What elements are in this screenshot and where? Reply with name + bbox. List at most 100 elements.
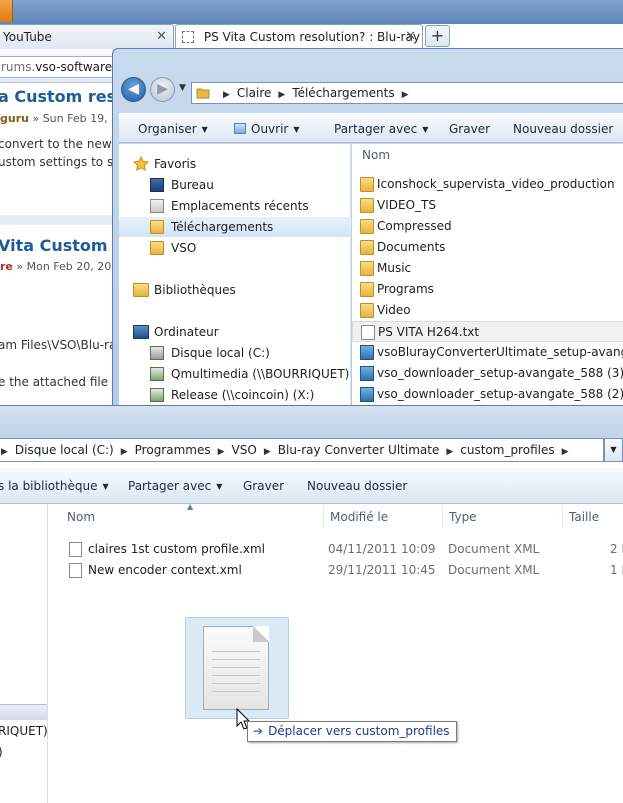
list-item[interactable]: Iconshock_supervista_video_production [352, 174, 623, 195]
post-meta: re » Mon Feb 20, 20 [0, 260, 111, 273]
list-item[interactable]: Music [352, 258, 623, 279]
nav-vso[interactable]: VSO [119, 238, 351, 258]
chevron-right-icon[interactable]: ▶ [223, 90, 230, 100]
list-item-label: Iconshock_supervista_video_production [377, 177, 615, 191]
post-title[interactable]: a Custom reso [0, 87, 127, 106]
chevron-right-icon[interactable]: ▶ [562, 447, 569, 457]
close-icon[interactable]: ✕ [156, 25, 167, 49]
file-size: 1 K [610, 563, 623, 577]
list-item-label: VIDEO_TS [377, 198, 436, 212]
explorer-window-custom-profiles: ▶ Disque local (C:) ▶ Programmes ▶ VSO ▶ Blu-ra… [0, 405, 623, 803]
network-drive-icon [150, 367, 164, 381]
include-in-library-button[interactable]: s la bibliothèque ▼ [0, 479, 109, 493]
breadcrumb-item[interactable]: Téléchargements [292, 86, 394, 100]
folder-icon [360, 219, 374, 234]
chevron-right-icon[interactable]: ▶ [1, 447, 8, 457]
chevron-down-icon[interactable]: ▼ [179, 83, 186, 93]
nav-desktop[interactable]: Bureau [119, 175, 351, 195]
web-page-content: a Custom reso guru » Sun Feb 19, convert… [0, 83, 141, 410]
open-button[interactable]: Ouvrir ▼ [234, 122, 300, 136]
nav-item-fragment[interactable]: ) [0, 745, 3, 759]
list-item[interactable]: vso_downloader_setup-avangate_588 (2).ex… [352, 384, 623, 405]
column-header-type[interactable]: Type [442, 506, 562, 528]
list-item[interactable]: Documents [352, 237, 623, 258]
nav-local-disk[interactable]: Disque local (C:) [119, 343, 351, 363]
share-button[interactable]: Partager avec ▼ [128, 479, 222, 493]
list-item-selected[interactable]: PS VITA H264.txt [352, 321, 623, 342]
new-folder-button[interactable]: Nouveau dossier [513, 122, 613, 136]
nav-recent[interactable]: Emplacements récents [119, 196, 351, 216]
list-item[interactable]: VIDEO_TS [352, 195, 623, 216]
command-bar: Organiser ▼ Ouvrir ▼ Partager avec ▼ Graver… [119, 113, 623, 143]
browser-title-bar [0, 0, 623, 24]
share-label: Partager avec [334, 122, 418, 136]
column-header-modified[interactable]: Modifié le [323, 506, 442, 528]
table-row[interactable]: claires 1st custom profile.xml 04/11/201… [64, 539, 623, 560]
address-bar[interactable]: ▶ Disque local (C:) ▶ Programmes ▶ VSO ▶ Blu-ra… [0, 438, 604, 462]
post-text-line: e the attached file [0, 375, 109, 389]
breadcrumb-item[interactable]: VSO [232, 443, 257, 457]
installer-icon [360, 345, 374, 360]
list-item[interactable]: Programs [352, 279, 623, 300]
nav-downloads[interactable]: Téléchargements [119, 217, 351, 237]
downloads-folder-icon [150, 220, 164, 234]
nav-pane-scroll-region[interactable] [0, 704, 47, 720]
share-button[interactable]: Partager avec ▼ [334, 122, 428, 136]
list-item[interactable]: vsoBlurayConverterUltimate_setup-avangat… [352, 342, 623, 363]
breadcrumb-item[interactable]: Blu-ray Converter Ultimate [278, 443, 440, 457]
close-icon[interactable]: ✕ [405, 25, 416, 49]
tab-ps-vita-label: PS Vita Custom resolution? : Blu-ray ... [203, 30, 423, 44]
list-item-label: PS VITA H264.txt [378, 325, 480, 339]
forward-button[interactable]: ▶ [150, 77, 175, 102]
computer-icon [133, 325, 149, 339]
chevron-right-icon[interactable]: ▶ [218, 447, 225, 457]
list-item-label: vso_downloader_setup-avangate_588 (3).ex… [377, 366, 623, 380]
list-item[interactable]: Video [352, 300, 623, 321]
list-item[interactable]: Compressed [352, 216, 623, 237]
nav-release[interactable]: Release (\\coincoin) (X:) [119, 385, 351, 405]
organize-label: Organiser [138, 122, 197, 136]
address-bar[interactable]: ▶ Claire ▶ Téléchargements ▶ [191, 82, 623, 104]
tab-ps-vita[interactable]: PS Vita Custom resolution? : Blu-ray ...… [175, 24, 423, 49]
list-item-label: Documents [377, 240, 446, 254]
nav-computer[interactable]: Ordinateur [119, 322, 351, 342]
chevron-right-icon[interactable]: ▶ [264, 447, 271, 457]
nav-item-fragment[interactable]: RIQUET) ( [0, 724, 47, 738]
chevron-right-icon[interactable]: ▶ [402, 90, 409, 100]
chevron-right-icon[interactable]: ▶ [121, 447, 128, 457]
chevron-right-icon[interactable]: ▶ [446, 447, 453, 457]
nav-qmultimedia[interactable]: Qmultimedia (\\BOURRIQUET) ( [119, 364, 358, 384]
burn-button[interactable]: Graver [449, 122, 490, 136]
post-author[interactable]: re [0, 260, 13, 273]
post-author[interactable]: guru [0, 112, 29, 125]
breadcrumb-item[interactable]: Disque local (C:) [15, 443, 114, 457]
nav-computer-label: Ordinateur [154, 325, 219, 339]
post-meta: guru » Sun Feb 19, [0, 112, 108, 125]
chevron-right-icon[interactable]: ▶ [278, 90, 285, 100]
navigation-pane: RIQUET) ( ) [0, 504, 48, 803]
post-date: » Sun Feb 19, [28, 112, 108, 125]
url-bar[interactable]: rums.vso-software.fr [0, 56, 118, 78]
file-modified: 29/11/2011 10:45 [328, 563, 436, 577]
browser-menu-button[interactable] [0, 0, 13, 22]
address-dropdown-button[interactable]: ▼ [604, 438, 623, 462]
open-icon [234, 123, 246, 134]
nav-libraries[interactable]: Bibliothèques [119, 280, 351, 300]
new-folder-button[interactable]: Nouveau dossier [307, 479, 407, 493]
column-header-size[interactable]: Taille [562, 506, 623, 528]
column-header-name[interactable]: Nom [362, 148, 390, 162]
breadcrumb-item[interactable]: custom_profiles [460, 443, 554, 457]
breadcrumb-item[interactable]: Claire [237, 86, 271, 100]
nav-favorites[interactable]: Favoris [119, 154, 351, 174]
back-button[interactable]: ◀ [121, 77, 146, 102]
tab-youtube[interactable]: YouTube ✕ [0, 24, 174, 49]
table-row[interactable]: New encoder context.xml 29/11/2011 10:45… [64, 560, 623, 581]
nav-recent-label: Emplacements récents [171, 199, 309, 213]
breadcrumb-item[interactable]: Programmes [135, 443, 211, 457]
burn-button[interactable]: Graver [243, 479, 284, 493]
new-tab-button[interactable]: + [425, 25, 450, 47]
post-text-line: am Files\VSO\Blu-ra [0, 338, 117, 352]
column-header-name[interactable]: Nom [61, 506, 323, 528]
organize-button[interactable]: Organiser ▼ [138, 122, 208, 136]
list-item[interactable]: vso_downloader_setup-avangate_588 (3).ex… [352, 363, 623, 384]
